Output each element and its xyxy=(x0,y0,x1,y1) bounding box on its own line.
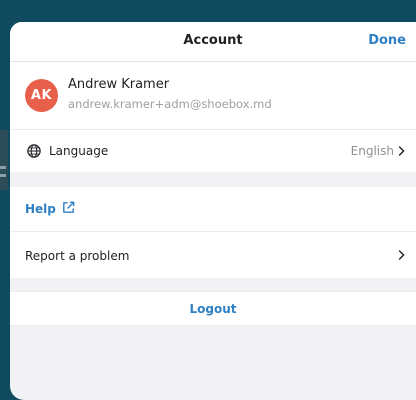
backdrop-edge xyxy=(0,130,8,190)
help-row[interactable]: Help xyxy=(10,187,416,232)
language-label: Language xyxy=(49,144,109,158)
avatar: AK xyxy=(25,79,58,112)
logout-label: Logout xyxy=(189,302,237,316)
logout-button[interactable]: Logout xyxy=(10,291,416,326)
profile-name: Andrew Kramer xyxy=(68,77,170,92)
report-problem-row[interactable]: Report a problem xyxy=(10,232,416,278)
backdrop xyxy=(0,0,416,10)
chevron-right-icon xyxy=(398,250,405,260)
profile-section xyxy=(10,62,416,130)
external-link-icon xyxy=(63,201,75,213)
section-gap xyxy=(10,172,416,187)
section-gap xyxy=(10,278,416,291)
report-problem-label: Report a problem xyxy=(25,249,130,263)
language-value: English xyxy=(350,144,394,158)
profile-email: andrew.kramer+adm@shoebox.md xyxy=(68,97,272,111)
globe-icon xyxy=(27,144,41,158)
chevron-right-icon xyxy=(398,146,405,156)
language-row[interactable]: Language English xyxy=(10,130,416,172)
backdrop-tick xyxy=(0,174,6,177)
backdrop-tick xyxy=(0,166,6,169)
help-label: Help xyxy=(25,202,56,216)
